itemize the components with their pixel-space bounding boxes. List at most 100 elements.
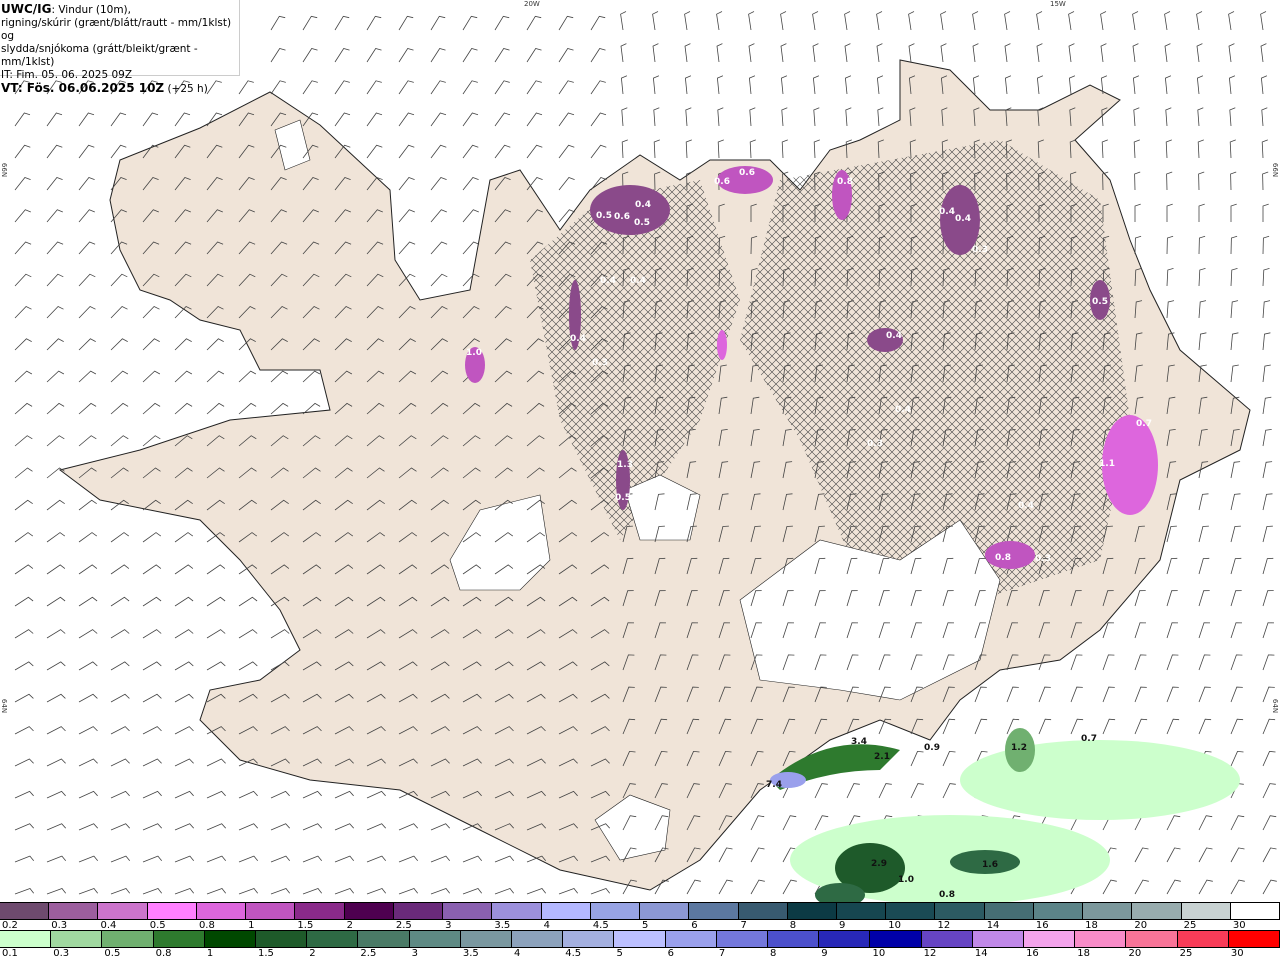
wind-barb (494, 144, 511, 159)
rain-max-label: 0.9 (924, 743, 940, 753)
wind-barb (206, 888, 227, 895)
wind-barb (1198, 300, 1207, 319)
rain-legend-swatch (153, 931, 205, 947)
wind-barb (1164, 11, 1171, 31)
snow-max-label: 0.5 (634, 218, 650, 228)
rain-legend-swatch (972, 931, 1025, 947)
wind-barb (1068, 11, 1075, 31)
wind-barb (1165, 107, 1172, 127)
wind-barb (14, 209, 31, 223)
wind-barb (876, 43, 883, 63)
wind-barb (174, 629, 194, 639)
snow-max-label: 0.4 (570, 334, 586, 344)
wind-barb (430, 241, 448, 255)
wind-barb (1262, 879, 1277, 895)
snow-max-label: 0.3 (592, 358, 608, 368)
wind-barb (174, 693, 194, 703)
wind-barb (142, 661, 162, 671)
wind-barb (1262, 461, 1273, 479)
wind-barb (1230, 622, 1243, 639)
wind-barb (1102, 718, 1116, 735)
wind-barb (526, 15, 542, 31)
wind-barb (206, 661, 226, 671)
snow-legend-swatch (295, 903, 345, 919)
wind-barb (716, 43, 723, 63)
snow-legend-swatch (541, 903, 591, 919)
wind-barb (494, 888, 515, 895)
rain-legend-swatch (1177, 931, 1229, 947)
wind-barb (716, 75, 724, 95)
wind-barb (270, 370, 289, 383)
wind-barb (1230, 493, 1241, 511)
wind-barb (206, 370, 225, 383)
wind-barb (1134, 171, 1141, 191)
wind-barb (1230, 364, 1239, 383)
wind-barb (940, 11, 947, 31)
wind-barb (1230, 815, 1245, 831)
wind-barb (110, 532, 130, 543)
wind-barb (46, 402, 65, 415)
snow-legend-swatch (984, 903, 1034, 919)
wind-barb (813, 139, 820, 159)
wind-barb (1102, 879, 1117, 895)
rain-legend-swatch (358, 931, 410, 947)
wind-barb (206, 402, 225, 415)
rain-legend-swatch (256, 931, 308, 947)
wind-barb (494, 15, 510, 31)
wind-barb (942, 750, 956, 767)
wind-barb (302, 370, 321, 383)
wind-barb (1229, 107, 1236, 127)
wind-barb (1262, 332, 1271, 351)
wind-barb (590, 48, 606, 63)
wind-barb (14, 855, 35, 863)
map-info-box: UWC/IG: Vindur (10m), rigning/skúrir (gr… (0, 0, 240, 95)
snow-legend-swatch (196, 903, 247, 919)
rain-legend-swatch (409, 931, 461, 947)
wind-barb (1070, 718, 1084, 735)
wind-barb (494, 112, 511, 127)
wind-barb (78, 790, 98, 799)
rain-legend-swatch (870, 931, 922, 947)
wind-barb (684, 11, 691, 31)
wind-barb (1166, 300, 1175, 319)
wind-barb (526, 144, 543, 159)
snow-max-label: 0.7 (1136, 419, 1152, 429)
wind-barb (366, 823, 386, 831)
wind-barb (238, 855, 259, 863)
snow-max-label: 0.5 (615, 493, 631, 503)
wind-barb (1070, 654, 1083, 671)
wind-barb (334, 80, 350, 95)
wind-barb (366, 15, 382, 31)
wind-barb (684, 43, 691, 63)
snow-legend-swatch (49, 903, 99, 919)
wind-barb (14, 790, 34, 799)
wind-barb (238, 790, 258, 799)
wind-barb (653, 107, 660, 127)
wind-barb (334, 855, 355, 863)
snow-max-label: 0.3 (867, 439, 883, 449)
wind-barb (110, 596, 130, 607)
wind-barb (398, 177, 415, 191)
wind-barb (78, 306, 96, 319)
wind-barb (1198, 879, 1213, 895)
rain-legend-swatch (1075, 931, 1127, 947)
wind-barb (1262, 622, 1275, 639)
wind-barb (1198, 525, 1209, 543)
wind-barb (462, 15, 478, 31)
wind-barb (1166, 268, 1174, 287)
lon-label-15w: 15W (1050, 0, 1066, 8)
wind-barb (718, 847, 733, 863)
wind-barb (1230, 203, 1237, 222)
wind-barb (1166, 847, 1181, 863)
wind-barb (14, 177, 31, 191)
rain-legend-swatch (460, 931, 513, 947)
wind-barb (1228, 75, 1236, 95)
rain-legend-swatch (1126, 931, 1178, 947)
wind-barb (1260, 43, 1267, 63)
wind-barb (430, 15, 446, 31)
wind-barb (142, 532, 162, 543)
wind-barb (1262, 235, 1270, 255)
wind-barb (238, 402, 257, 415)
wind-barb (749, 139, 756, 159)
wind-barb (142, 564, 162, 575)
